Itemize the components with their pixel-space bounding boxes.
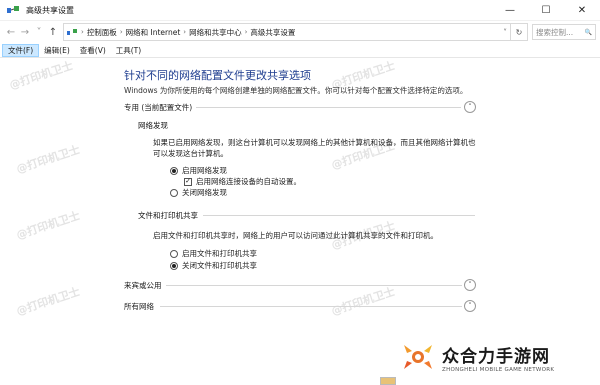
- radio-unselected-icon: [170, 188, 178, 197]
- breadcrumb-network-internet[interactable]: 网络和 Internet: [126, 27, 181, 38]
- divider: [196, 107, 461, 108]
- watermark: @打印机卫士: [14, 143, 82, 176]
- divider: [203, 215, 475, 216]
- up-button[interactable]: ↑: [46, 24, 60, 40]
- checkbox-auto-setup[interactable]: ✓ 启用网络连接设备的自动设置。: [184, 176, 301, 187]
- network-discovery-title: 网络发现: [138, 121, 168, 130]
- taskbar-icon: [380, 377, 396, 385]
- radio-disable-network-discovery[interactable]: 关闭网络发现: [170, 187, 227, 198]
- watermark: @打印机卫士: [14, 285, 82, 318]
- breadcrumb[interactable]: › 控制面板 › 网络和 Internet › 网络和共享中心 › 高级共享设置…: [63, 23, 511, 41]
- recent-locations-button[interactable]: ˅: [32, 24, 46, 40]
- expand-chevron-icon[interactable]: ˅: [464, 300, 476, 312]
- network-discovery-description-line2: 可以发现这台计算机。: [153, 149, 228, 158]
- maximize-button[interactable]: ☐: [528, 0, 564, 20]
- brand-text: 众合力手游网 ZHONGHELI MOBILE GAME NETWORK: [442, 342, 554, 373]
- page-description: Windows 为你所使用的每个网络创建单独的网络配置文件。你可以针对每个配置文…: [124, 86, 468, 95]
- menu-view[interactable]: 查看(V): [75, 44, 111, 57]
- breadcrumb-control-panel[interactable]: 控制面板: [87, 27, 117, 38]
- profile-all-header[interactable]: 所有网络: [124, 299, 154, 313]
- search-input[interactable]: 搜索控制... 🔍: [532, 24, 596, 40]
- window-title: 高级共享设置: [26, 5, 74, 15]
- breadcrumb-separator: ›: [119, 28, 123, 36]
- checkbox-label: 启用网络连接设备的自动设置。: [196, 177, 301, 186]
- search-icon: 🔍: [584, 28, 592, 36]
- network-small-icon: [67, 28, 78, 37]
- file-printer-sharing-description: 启用文件和打印机共享时，网络上的用户可以访问通过此计算机共享的文件和打印机。: [153, 231, 438, 240]
- radio-label: 关闭网络发现: [182, 188, 227, 197]
- address-bar: ← → ˅ ↑ › 控制面板 › 网络和 Internet › 网络和共享中心 …: [0, 21, 600, 43]
- profile-private-header[interactable]: 专用 (当前配置文件): [124, 100, 192, 114]
- page-title: 针对不同的网络配置文件更改共享选项: [124, 69, 311, 82]
- breadcrumb-separator: ›: [183, 28, 187, 36]
- forward-button[interactable]: →: [18, 24, 32, 40]
- network-icon: [6, 4, 20, 16]
- minimize-button[interactable]: —: [492, 0, 528, 20]
- breadcrumb-separator: ›: [244, 28, 248, 36]
- radio-unselected-icon: [170, 249, 178, 258]
- radio-label: 关闭文件和打印机共享: [182, 261, 257, 270]
- radio-enable-network-discovery[interactable]: 启用网络发现: [170, 165, 227, 176]
- menu-edit[interactable]: 编辑(E): [39, 44, 75, 57]
- divider: [160, 306, 462, 307]
- expand-chevron-icon[interactable]: ˅: [464, 279, 476, 291]
- profile-private-title: 专用 (当前配置文件): [124, 102, 193, 112]
- watermark: @打印机卫士: [7, 59, 75, 92]
- breadcrumb-network-sharing-center[interactable]: 网络和共享中心: [189, 27, 242, 38]
- menu-tools[interactable]: 工具(T): [111, 44, 146, 57]
- radio-label: 启用文件和打印机共享: [182, 249, 257, 258]
- collapse-chevron-icon[interactable]: ˄: [464, 101, 476, 113]
- watermark: @打印机卫士: [329, 285, 397, 318]
- radio-selected-icon: [170, 166, 178, 175]
- menu-bar: 文件(F) 编辑(E) 查看(V) 工具(T): [0, 43, 600, 58]
- profile-guest-header[interactable]: 来宾或公用: [124, 278, 162, 292]
- brand-logo-icon: [398, 337, 438, 377]
- brand-name: 众合力手游网: [442, 346, 550, 367]
- breadcrumb-separator: ›: [81, 28, 84, 36]
- checkbox-checked-icon: ✓: [184, 177, 192, 186]
- menu-file[interactable]: 文件(F): [2, 43, 40, 57]
- address-dropdown-icon[interactable]: ˅: [503, 28, 507, 37]
- watermark: @打印机卫士: [14, 209, 82, 242]
- radio-disable-file-printer-sharing[interactable]: 关闭文件和打印机共享: [170, 260, 257, 271]
- refresh-button[interactable]: ↻: [511, 23, 528, 41]
- profile-guest-title: 来宾或公用: [124, 280, 162, 290]
- file-printer-sharing-title: 文件和打印机共享: [138, 211, 198, 220]
- divider: [166, 285, 462, 286]
- radio-label: 启用网络发现: [182, 166, 227, 175]
- back-button[interactable]: ←: [4, 24, 18, 40]
- radio-enable-file-printer-sharing[interactable]: 启用文件和打印机共享: [170, 248, 257, 259]
- brand-subtitle: ZHONGHELI MOBILE GAME NETWORK: [442, 366, 555, 373]
- brand-logo: 众合力手游网 ZHONGHELI MOBILE GAME NETWORK: [398, 334, 596, 380]
- title-bar: 高级共享设置 — ☐ ✕: [0, 0, 600, 21]
- breadcrumb-advanced-sharing[interactable]: 高级共享设置: [250, 27, 295, 38]
- search-placeholder: 搜索控制...: [536, 27, 574, 37]
- profile-all-title: 所有网络: [124, 301, 154, 311]
- close-button[interactable]: ✕: [564, 0, 600, 20]
- network-discovery-description-line1: 如果已启用网络发现，则这台计算机可以发现网络上的其他计算机和设备，而且其他网络计…: [153, 138, 476, 147]
- radio-selected-icon: [170, 261, 178, 270]
